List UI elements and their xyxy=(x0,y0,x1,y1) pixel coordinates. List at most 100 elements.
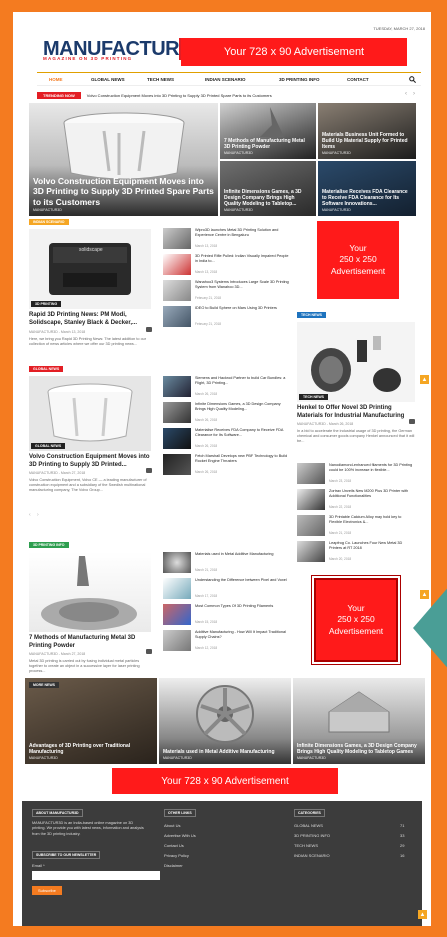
trending-next-button[interactable]: › xyxy=(413,91,415,97)
nav-3d-printing-info[interactable]: 3D PRINTING INFO xyxy=(277,77,322,82)
global-list-item[interactable]: Fetch Marshall Develops new PBF Technolo… xyxy=(163,454,293,478)
list-item-title[interactable]: Nanodiamond-enhanced filaments for 3D Pr… xyxy=(329,463,415,473)
list-item-title[interactable]: Additive Manufacturing - How Will It Imp… xyxy=(195,630,290,640)
list-item-title[interactable]: Wanahoo3 Systems Introduces Large Scale … xyxy=(195,280,290,290)
search-icon[interactable] xyxy=(409,75,416,83)
strip-tile-b[interactable]: Materials used in Metal Additive Manufac… xyxy=(159,678,291,764)
section-label-tech[interactable]: TECH NEWS xyxy=(297,312,326,318)
hero-tl-tile[interactable]: 7 Methods of Manufacturing Metal 3D Prin… xyxy=(220,103,316,159)
info-list-item[interactable]: Additive Manufacturing - How Will It Imp… xyxy=(163,630,293,654)
list-item-title[interactable]: Understanding the Difference between Pix… xyxy=(195,578,290,583)
strip-b-title[interactable]: Materials used in Metal Additive Manufac… xyxy=(163,749,275,755)
global-pager-next[interactable]: › xyxy=(37,512,39,518)
tech-list-item[interactable]: Zortrax Unveils New M200 Plus 3D Printer… xyxy=(297,489,417,513)
info-list-item[interactable]: Most Common Types Of 3D Printing Filamen… xyxy=(163,604,293,628)
indian-list-item[interactable]: 3D Printed Rifle Pulled: Indian Visually… xyxy=(163,254,293,278)
section-label-info[interactable]: 3D PRINTING INFO xyxy=(29,542,69,548)
indian-list-item[interactable]: Wipro3D launches Metal 3D Printing Solut… xyxy=(163,228,293,252)
footer-category[interactable]: TECH NEWS xyxy=(294,843,318,848)
global-pager-prev[interactable]: ‹ xyxy=(29,512,31,518)
trending-text[interactable]: Volvo Construction Equipment Moves into … xyxy=(87,93,272,98)
indian-featured-title[interactable]: Rapid 3D Printing News: PM Modi, Solidsc… xyxy=(29,312,153,327)
global-list-item[interactable]: Materialise Receives FDA Company to Rece… xyxy=(163,428,293,452)
nav-tech-news[interactable]: TECH NEWS xyxy=(145,77,176,82)
sidebar-ad-2[interactable]: Your 250 x 250 Advertisement xyxy=(311,575,401,665)
global-list-item[interactable]: Siemens and Hackrod Partner to build Car… xyxy=(163,376,293,400)
hero-main-title[interactable]: Volvo Construction Equipment Moves into … xyxy=(33,176,214,206)
footer-link-about[interactable]: About Us xyxy=(164,823,180,828)
list-thumbnail xyxy=(163,376,191,397)
scroll-up-button[interactable]: ▲ xyxy=(418,910,427,919)
section-label-global[interactable]: GLOBAL NEWS xyxy=(29,366,64,372)
list-item-title[interactable]: IDEO to Build Sphere on Mars Using 3D Pr… xyxy=(195,306,290,311)
trending-prev-button[interactable]: ‹ xyxy=(405,91,407,97)
hero-br-tile[interactable]: Materialise Receives FDA Clearance to Re… xyxy=(318,161,416,216)
house-model-image xyxy=(328,691,390,733)
list-item-title[interactable]: Wipro3D launches Metal 3D Printing Solut… xyxy=(195,228,290,238)
scroll-up-button[interactable]: ▲ xyxy=(420,375,429,384)
list-item-title[interactable]: 3D Printed Rifle Pulled: Indian Visually… xyxy=(195,254,290,264)
footer-category[interactable]: GLOBAL NEWS xyxy=(294,823,323,828)
list-item-title[interactable]: Zortrax Unveils New M200 Plus 3D Printer… xyxy=(329,489,415,499)
list-item-title[interactable]: Siemens and Hackrod Partner to build Car… xyxy=(195,376,290,386)
strip-a-title[interactable]: Advantages of 3D Printing over Tradition… xyxy=(29,743,130,755)
nav-contact[interactable]: CONTACT xyxy=(345,77,371,82)
info-featured-title[interactable]: 7 Methods of Manufacturing Metal 3D Prin… xyxy=(29,635,153,650)
section-label-indian[interactable]: INDIAN SCENARIO xyxy=(29,219,69,225)
nav-indian-scenario[interactable]: INDIAN SCENARIO xyxy=(203,77,248,82)
hero-tr-title[interactable]: Materials Business Unit Formed to Build … xyxy=(322,132,408,150)
list-item-title[interactable]: Fetch Marshall Develops new PBF Technolo… xyxy=(195,454,290,464)
indian-featured-excerpt: Here, we bring you Rapid 3D Printing New… xyxy=(29,337,147,347)
bottom-leaderboard-ad[interactable]: Your 728 x 90 Advertisement xyxy=(112,768,338,794)
global-featured-image[interactable]: GLOBAL NEWS xyxy=(29,376,151,451)
subscribe-button[interactable]: Subscribe xyxy=(32,886,62,895)
strip-c-title[interactable]: Infinite Dimensions Games, a 3D Design C… xyxy=(297,743,417,755)
comment-icon[interactable] xyxy=(146,649,152,654)
indian-list-item[interactable]: IDEO to Build Sphere on Mars Using 3D Pr… xyxy=(163,306,293,330)
newsletter-email-input[interactable] xyxy=(32,871,160,880)
list-thumbnail xyxy=(163,454,191,475)
tech-featured-image[interactable]: TECH NEWS xyxy=(297,322,415,402)
hero-bl-tile[interactable]: Infinite Dimensions Games, a 3D Design C… xyxy=(220,161,316,216)
footer-link-contact[interactable]: Contact Us xyxy=(164,843,184,848)
header-date: TUESDAY, MARCH 27, 2018 xyxy=(373,26,425,31)
comment-icon[interactable] xyxy=(409,419,415,424)
global-list-item[interactable]: Infinite Dimensions Games, a 3D Design C… xyxy=(163,402,293,426)
list-item-title[interactable]: 3D Printable Calcium Alloy may hold key … xyxy=(329,515,415,525)
strip-c-caption: Infinite Dimensions Games, a 3D Design C… xyxy=(297,743,421,760)
footer-link-disclaimer[interactable]: Disclaimer xyxy=(164,863,183,868)
info-list-item[interactable]: Materials used in Metal Additive Manufac… xyxy=(163,552,293,576)
footer-category[interactable]: INDIAN SCENARIO xyxy=(294,853,330,858)
tech-list-item[interactable]: Leapfrog Co. Launches Four New Metal 3D … xyxy=(297,541,417,565)
nav-home[interactable]: HOME xyxy=(47,77,65,82)
footer-category[interactable]: 3D PRINTING INFO xyxy=(294,833,330,838)
list-item-title[interactable]: Materialise Receives FDA Company to Rece… xyxy=(195,428,290,438)
top-leaderboard-ad[interactable]: Your 728 x 90 Advertisement xyxy=(181,38,407,66)
tech-featured-title[interactable]: Henkel to Offer Novel 3D Printing Materi… xyxy=(297,405,417,420)
info-featured-image[interactable] xyxy=(29,552,151,632)
hero-bl-title[interactable]: Infinite Dimensions Games, a 3D Design C… xyxy=(224,189,302,207)
indian-list-item[interactable]: Wanahoo3 Systems Introduces Large Scale … xyxy=(163,280,293,304)
strip-tile-c[interactable]: Infinite Dimensions Games, a 3D Design C… xyxy=(293,678,425,764)
list-item-title[interactable]: Leapfrog Co. Launches Four New Metal 3D … xyxy=(329,541,415,551)
comment-icon[interactable] xyxy=(146,468,152,473)
hero-main-tile[interactable]: Volvo Construction Equipment Moves into … xyxy=(29,103,218,216)
global-featured-title[interactable]: Volvo Construction Equipment Moves into … xyxy=(29,454,153,469)
strip-tile-a[interactable]: MORE NEWS Advantages of 3D Printing over… xyxy=(25,678,157,764)
tech-list-item[interactable]: Nanodiamond-enhanced filaments for 3D Pr… xyxy=(297,463,417,487)
hero-br-title[interactable]: Materialise Receives FDA Clearance to Re… xyxy=(322,189,408,207)
indian-featured-image[interactable]: solidscape 3D PRINTING xyxy=(29,229,151,309)
sidebar-ad-1[interactable]: Your 250 x 250 Advertisement xyxy=(317,221,399,299)
comment-icon[interactable] xyxy=(146,327,152,332)
list-item-title[interactable]: Materials used in Metal Additive Manufac… xyxy=(195,552,290,557)
nav-global-news[interactable]: GLOBAL NEWS xyxy=(89,77,127,82)
hero-tl-title[interactable]: 7 Methods of Manufacturing Metal 3D Prin… xyxy=(224,138,305,150)
list-item-title[interactable]: Infinite Dimensions Games, a 3D Design C… xyxy=(195,402,290,412)
footer-link-privacy[interactable]: Privacy Policy xyxy=(164,853,189,858)
hero-tl-meta: MANUFACTUR3D xyxy=(224,150,253,155)
footer-link-advertise[interactable]: Advertise With Us xyxy=(164,833,196,838)
tech-list-item[interactable]: 3D Printable Calcium Alloy may hold key … xyxy=(297,515,417,539)
hero-tr-tile[interactable]: Materials Business Unit Formed to Build … xyxy=(318,103,416,159)
list-item-title[interactable]: Most Common Types Of 3D Printing Filamen… xyxy=(195,604,290,609)
info-list-item[interactable]: Understanding the Difference between Pix… xyxy=(163,578,293,602)
